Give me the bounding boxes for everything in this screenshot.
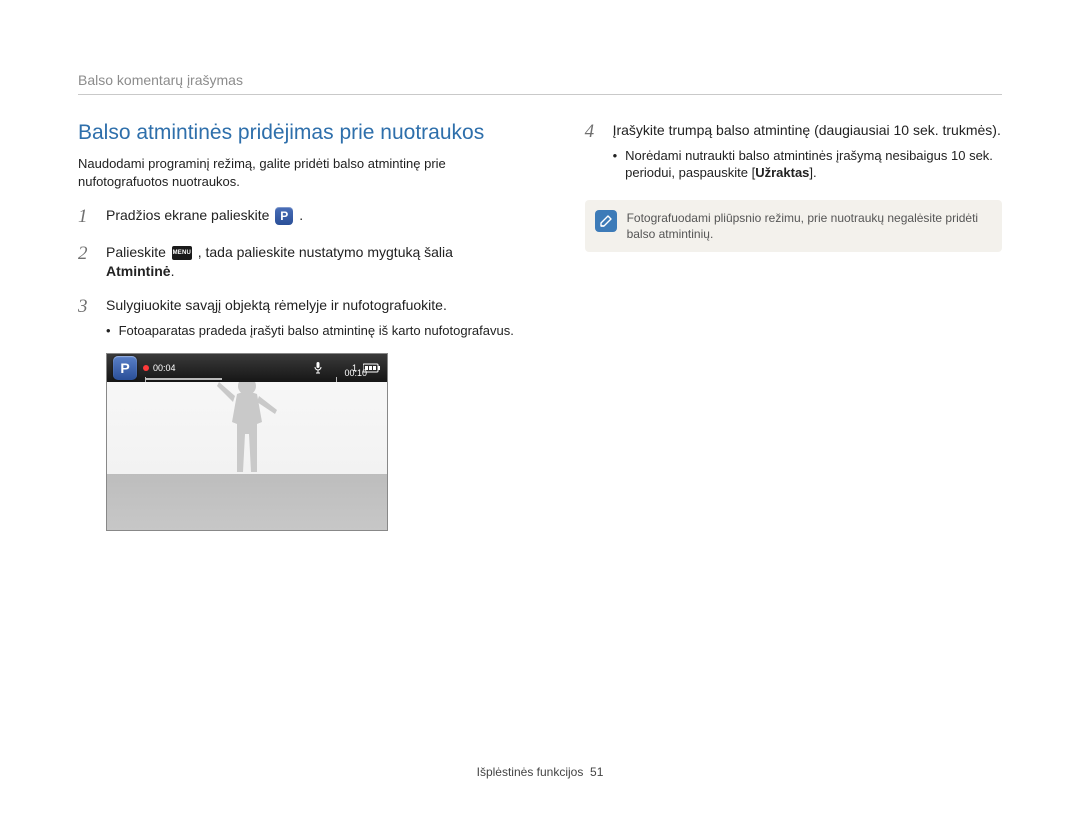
p-badge-icon: P	[275, 207, 293, 225]
step-4-text: Įrašykite trumpą balso atmintinę (daugia…	[613, 122, 1001, 138]
step-2-text-after: .	[171, 263, 175, 279]
step-1-text-before: Pradžios ekrane palieskite	[106, 207, 273, 223]
step-3-bullet: Fotoaparatas pradeda įrašyti balso atmin…	[106, 322, 525, 340]
step-1: 1 Pradžios ekrane palieskite P .	[78, 206, 525, 229]
menu-badge-icon: MENU	[172, 246, 192, 260]
step-1-text-after: .	[299, 207, 303, 223]
page-footer: Išplėstinės funkcijos 51	[0, 765, 1080, 779]
pencil-note-icon	[599, 214, 613, 228]
step-3-bullet-text: Fotoaparatas pradeda įrašyti balso atmin…	[119, 322, 514, 340]
step-body: Palieskite MENU , tada palieskite nustat…	[106, 243, 525, 282]
footer-section-label: Išplėstinės funkcijos	[477, 765, 584, 779]
step-4-bullet-after: ].	[809, 165, 816, 180]
step-2-text-before: Palieskite	[106, 244, 170, 260]
running-head: Balso komentarų įrašymas	[78, 72, 1002, 95]
section-title: Balso atmintinės pridėjimas prie nuotrau…	[78, 121, 525, 145]
microphone-icon	[314, 362, 322, 374]
step-2-text-mid: , tada palieskite nustatymo mygtuką šali…	[198, 244, 453, 260]
step-4-bullet-wrap: Norėdami nutraukti balso atmintinės įraš…	[625, 147, 1002, 182]
footer-page-number: 51	[590, 765, 603, 779]
step-3: 3 Sulygiuokite savąjį objektą rėmelyje i…	[78, 296, 525, 339]
step-3-text: Sulygiuokite savąjį objektą rėmelyje ir …	[106, 297, 447, 313]
camera-viewfinder	[107, 382, 387, 530]
recording-progress-fill	[145, 378, 222, 380]
two-column-layout: Balso atmintinės pridėjimas prie nuotrau…	[78, 121, 1002, 531]
step-body: Sulygiuokite savąjį objektą rėmelyje ir …	[106, 296, 525, 339]
step-4-bullet-bold: Užraktas	[755, 165, 809, 180]
right-column: 4 Įrašykite trumpą balso atmintinę (daug…	[585, 121, 1002, 531]
menu-icon: MENU	[172, 246, 192, 260]
step-number: 1	[78, 206, 94, 229]
step-4-bullet: Norėdami nutraukti balso atmintinės įraš…	[613, 147, 1002, 182]
step-4: 4 Įrašykite trumpą balso atmintinę (daug…	[585, 121, 1002, 182]
note-icon	[595, 210, 617, 232]
step-2: 2 Palieskite MENU , tada palieskite nust…	[78, 243, 525, 282]
recording-progress-track: 00:10	[145, 378, 337, 380]
step-number: 4	[585, 121, 601, 182]
step-number: 3	[78, 296, 94, 339]
page-content: Balso komentarų įrašymas Balso atmintinė…	[0, 0, 1080, 567]
camera-topbar: P 00:04 1	[107, 354, 387, 382]
left-column: Balso atmintinės pridėjimas prie nuotrau…	[78, 121, 525, 531]
note-text: Fotografuodami pliūpsnio režimu, prie nu…	[627, 210, 990, 242]
note-box: Fotografuodami pliūpsnio režimu, prie nu…	[585, 200, 1002, 252]
p-mode-icon-large: P	[113, 356, 137, 380]
intro-paragraph: Naudodami programinį režimą, galite prid…	[78, 155, 525, 190]
step-body: Pradžios ekrane palieskite P .	[106, 206, 525, 229]
step-body: Įrašykite trumpą balso atmintinę (daugia…	[613, 121, 1002, 182]
person-silhouette-icon	[207, 382, 287, 482]
step-2-bold: Atmintinė	[106, 263, 171, 279]
step-number: 2	[78, 243, 94, 282]
p-mode-icon: P	[275, 207, 293, 225]
total-time: 00:10	[344, 368, 367, 378]
record-indicator-icon	[143, 365, 149, 371]
elapsed-time: 00:04	[153, 363, 176, 373]
camera-preview-illustration: P 00:04 1	[106, 353, 388, 531]
